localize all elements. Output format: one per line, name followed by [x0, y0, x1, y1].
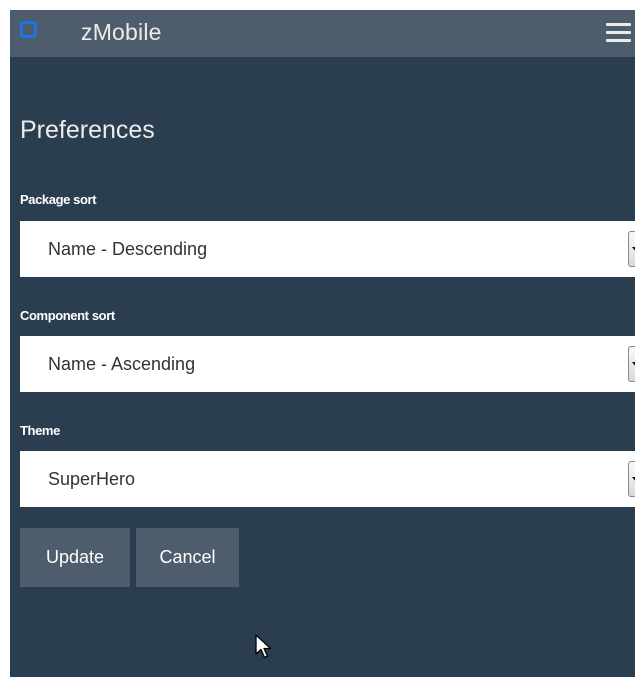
mouse-pointer-icon [255, 634, 272, 659]
package-sort-label: Package sort [20, 192, 97, 207]
component-sort-value: Name - Ascending [48, 354, 196, 374]
brand-title[interactable]: zMobile [81, 19, 162, 46]
chevron-down-icon[interactable] [628, 231, 635, 267]
hamburger-menu-icon[interactable] [606, 23, 631, 43]
page-title: Preferences [20, 116, 155, 144]
chevron-down-icon[interactable] [628, 346, 635, 382]
square-logo-icon[interactable] [20, 21, 37, 38]
app-window: zMobile Preferences Package sort Name - … [10, 10, 635, 677]
cancel-button[interactable]: Cancel [136, 528, 239, 587]
chevron-down-icon[interactable] [628, 461, 635, 497]
update-button[interactable]: Update [20, 528, 130, 587]
theme-label: Theme [20, 423, 60, 438]
component-sort-label: Component sort [20, 308, 115, 323]
component-sort-select[interactable]: Name - Ascending [20, 336, 635, 392]
theme-select[interactable]: SuperHero [20, 451, 635, 507]
navbar: zMobile [10, 10, 635, 57]
package-sort-select[interactable]: Name - Descending [20, 221, 635, 277]
theme-value: SuperHero [48, 469, 136, 489]
package-sort-value: Name - Descending [48, 239, 208, 259]
